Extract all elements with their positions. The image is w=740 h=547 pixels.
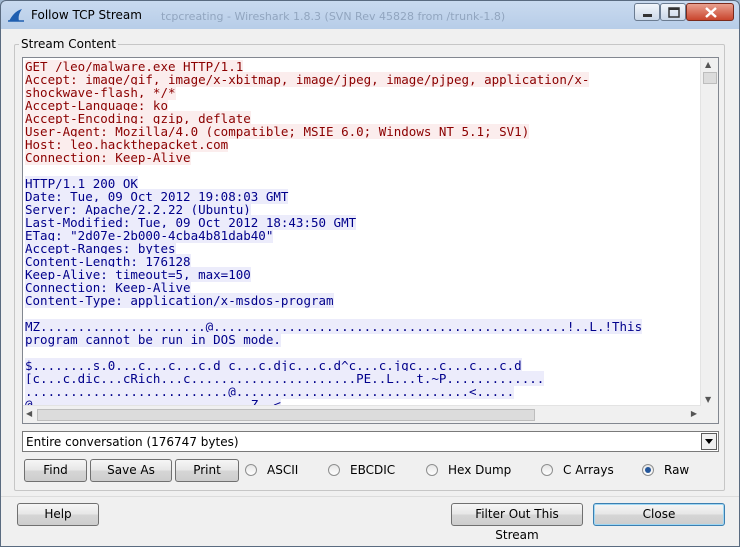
shark-fin-icon — [8, 9, 24, 22]
server-text: Content-Type: application/x-msdos-progra… — [25, 293, 334, 308]
radio-label: Hex Dump — [448, 463, 512, 477]
radio-label: C Arrays — [563, 463, 614, 477]
vertical-scroll-thumb[interactable] — [703, 72, 717, 84]
stream-line: @.............................Z..< — [25, 397, 701, 405]
stream-text[interactable]: GET /leo/malware.exe HTTP/1.1 Accept: ima… — [25, 60, 701, 405]
radio-circle[interactable] — [328, 464, 340, 476]
window-title: Follow TCP Stream — [31, 8, 142, 22]
maximize-icon — [668, 7, 680, 18]
minimize-button[interactable] — [634, 3, 660, 21]
scroll-down-icon[interactable]: ▼ — [705, 395, 711, 404]
conversation-dropdown-button[interactable] — [701, 433, 717, 450]
stream-line: Connection: Keep-Alive — [25, 150, 701, 165]
server-text: program cannot be run in DOS mode. — [25, 332, 281, 347]
close-window-button[interactable] — [686, 3, 734, 21]
radio-circle[interactable] — [642, 464, 654, 476]
chevron-down-icon — [705, 439, 713, 444]
save-as-button[interactable]: Save As — [90, 459, 172, 482]
close-button[interactable]: Close — [593, 503, 725, 526]
vertical-scrollbar[interactable]: ▲ ▼ — [700, 58, 718, 406]
close-icon — [705, 7, 717, 18]
horizontal-scroll-thumb[interactable] — [37, 409, 535, 421]
server-text: @.............................Z..< — [25, 397, 281, 405]
conversation-select-value: Entire conversation (176747 bytes) — [26, 435, 239, 449]
follow-tcp-stream-window: Follow TCP Stream tcpcreating - Wireshar… — [0, 0, 740, 547]
client-text: Connection: Keep-Alive — [25, 150, 191, 165]
minimize-icon — [643, 14, 652, 17]
stream-text-pane[interactable]: GET /leo/malware.exe HTTP/1.1 Accept: ima… — [22, 57, 719, 424]
stream-content-label: Stream Content — [19, 37, 118, 51]
filter-out-stream-button[interactable]: Filter Out This Stream — [451, 503, 583, 542]
radio-label: EBCDIC — [350, 463, 396, 477]
conversation-select[interactable]: Entire conversation (176747 bytes) — [22, 431, 719, 452]
scroll-right-icon[interactable]: ▶ — [691, 409, 697, 418]
stream-line: Content-Type: application/x-msdos-progra… — [25, 293, 701, 308]
find-button[interactable]: Find — [24, 459, 87, 482]
scroll-up-icon[interactable]: ▲ — [705, 60, 711, 69]
background-window-title: tcpcreating - Wireshark 1.8.3 (SVN Rev 4… — [161, 10, 506, 23]
stream-line: program cannot be run in DOS mode. — [25, 332, 701, 347]
help-button[interactable]: Help — [17, 503, 99, 526]
divider — [1, 496, 739, 497]
maximize-button[interactable] — [660, 3, 686, 21]
radio-circle[interactable] — [426, 464, 438, 476]
radio-circle[interactable] — [245, 464, 257, 476]
scrollbar-corner — [701, 406, 718, 423]
radio-label: ASCII — [267, 463, 299, 477]
horizontal-scrollbar[interactable]: ◀ ▶ — [23, 405, 701, 423]
radio-label: Raw — [664, 463, 690, 477]
title-bar[interactable]: Follow TCP Stream tcpcreating - Wireshar… — [1, 1, 739, 29]
scroll-left-icon[interactable]: ◀ — [26, 409, 32, 418]
radio-circle[interactable] — [541, 464, 553, 476]
print-button[interactable]: Print — [175, 459, 239, 482]
